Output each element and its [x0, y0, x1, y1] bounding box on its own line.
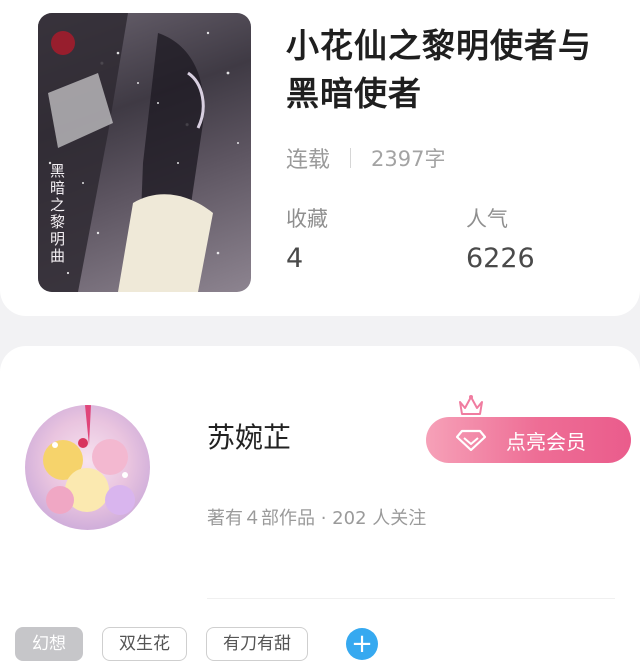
word-count: 2397字	[371, 147, 446, 171]
popularity-value: 6226	[466, 243, 535, 274]
cover-title-text: 黑暗之黎明曲	[50, 162, 66, 265]
diamond-icon	[456, 429, 486, 451]
tag-twin-flower[interactable]: 双生花	[102, 627, 187, 661]
book-cover-image[interactable]: 黑暗之黎明曲	[38, 13, 251, 292]
activate-vip-button[interactable]: 点亮会员	[426, 417, 631, 463]
avatar-illustration	[43, 405, 135, 515]
book-status: 连载	[286, 148, 331, 173]
tag-fantasy[interactable]: 幻想	[15, 627, 83, 661]
tag-bittersweet[interactable]: 有刀有甜	[206, 627, 308, 661]
book-meta-row: 连载 2397字	[286, 142, 445, 174]
author-avatar[interactable]	[25, 405, 150, 530]
favorites-label: 收藏	[286, 207, 328, 231]
author-name[interactable]: 苏婉芷	[207, 416, 291, 456]
section-divider	[207, 598, 615, 599]
favorites-value: 4	[286, 243, 304, 274]
author-works-followers: 著有４部作品 · 202 人关注	[207, 508, 427, 529]
book-title: 小花仙之黎明使者与黑暗使者	[286, 26, 592, 113]
book-info-card: 黑暗之黎明曲 小花仙之黎明使者与黑暗使者 连载 2397字 收藏 4 人气 62…	[0, 0, 640, 316]
popularity-label: 人气	[466, 207, 508, 231]
popularity-stat: 人气 6226	[466, 204, 535, 276]
add-tag-button[interactable]: +	[346, 628, 378, 660]
crown-icon	[459, 395, 483, 415]
favorites-stat: 收藏 4	[286, 204, 328, 276]
meta-divider	[350, 148, 352, 168]
book-detail-page: 黑暗之黎明曲 小花仙之黎明使者与黑暗使者 连载 2397字 收藏 4 人气 62…	[0, 0, 640, 665]
tag-list: 幻想 双生花 有刀有甜 +	[15, 627, 378, 661]
author-card: 苏婉芷 点亮会员 著有４部作品 · 202 人关注	[0, 346, 640, 665]
vip-button-label: 点亮会员	[506, 429, 586, 454]
